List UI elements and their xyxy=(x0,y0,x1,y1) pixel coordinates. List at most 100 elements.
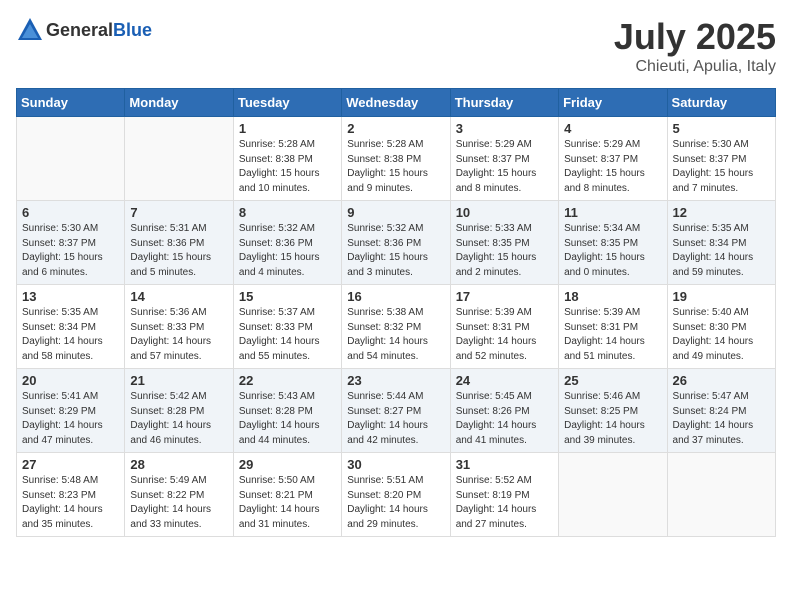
calendar-cell: 21 Sunrise: 5:42 AM Sunset: 8:28 PM Dayli… xyxy=(125,369,233,453)
day-number: 31 xyxy=(456,457,553,472)
calendar-cell xyxy=(17,117,125,201)
day-number: 24 xyxy=(456,373,553,388)
day-number: 26 xyxy=(673,373,770,388)
day-info: Sunrise: 5:39 AM Sunset: 8:31 PM Dayligh… xyxy=(456,306,553,364)
day-number: 9 xyxy=(347,205,444,220)
logo-icon xyxy=(16,16,44,44)
day-info: Sunrise: 5:49 AM Sunset: 8:22 PM Dayligh… xyxy=(130,474,227,532)
day-number: 21 xyxy=(130,373,227,388)
title-block: July 2025 Chieuti, Apulia, Italy xyxy=(614,16,776,76)
calendar-cell: 15Sunrise: 5:37 AM Sunset: 8:33 PM Dayli… xyxy=(233,285,341,369)
day-number: 3 xyxy=(456,121,553,136)
day-number: 6 xyxy=(22,205,119,220)
day-number: 25 xyxy=(564,373,661,388)
calendar-cell: 5Sunrise: 5:30 AM Sunset: 8:37 PM Daylig… xyxy=(667,117,775,201)
day-number: 13 xyxy=(22,289,119,304)
calendar-cell: 28 Sunrise: 5:49 AM Sunset: 8:22 PM Dayli… xyxy=(125,453,233,537)
calendar-cell: 4Sunrise: 5:29 AM Sunset: 8:37 PM Daylig… xyxy=(559,117,667,201)
calendar-cell: 30 Sunrise: 5:51 AM Sunset: 8:20 PM Dayli… xyxy=(342,453,450,537)
day-info: Sunrise: 5:29 AM Sunset: 8:37 PM Dayligh… xyxy=(456,138,553,196)
calendar-cell: 11 Sunrise: 5:34 AM Sunset: 8:35 PM Dayli… xyxy=(559,201,667,285)
calendar-cell xyxy=(559,453,667,537)
calendar-week-2: 6Sunrise: 5:30 AM Sunset: 8:37 PM Daylig… xyxy=(17,201,776,285)
day-info: Sunrise: 5:52 AM Sunset: 8:19 PM Dayligh… xyxy=(456,474,553,532)
weekday-header-thursday: Thursday xyxy=(450,89,558,117)
calendar-cell: 20 Sunrise: 5:41 AM Sunset: 8:29 PM Dayli… xyxy=(17,369,125,453)
day-number: 23 xyxy=(347,373,444,388)
day-number: 2 xyxy=(347,121,444,136)
weekday-header-tuesday: Tuesday xyxy=(233,89,341,117)
day-info: Sunrise: 5:30 AM Sunset: 8:37 PM Dayligh… xyxy=(673,138,770,196)
day-number: 29 xyxy=(239,457,336,472)
day-number: 14 xyxy=(130,289,227,304)
day-info: Sunrise: 5:38 AM Sunset: 8:32 PM Dayligh… xyxy=(347,306,444,364)
calendar-cell: 9Sunrise: 5:32 AM Sunset: 8:36 PM Daylig… xyxy=(342,201,450,285)
month-title: July 2025 xyxy=(614,16,776,58)
day-number: 28 xyxy=(130,457,227,472)
weekday-header-saturday: Saturday xyxy=(667,89,775,117)
calendar-cell: 3 Sunrise: 5:29 AM Sunset: 8:37 PM Daylig… xyxy=(450,117,558,201)
calendar-cell: 6Sunrise: 5:30 AM Sunset: 8:37 PM Daylig… xyxy=(17,201,125,285)
day-number: 11 xyxy=(564,205,661,220)
day-info: Sunrise: 5:45 AM Sunset: 8:26 PM Dayligh… xyxy=(456,390,553,448)
day-number: 17 xyxy=(456,289,553,304)
calendar-cell xyxy=(667,453,775,537)
day-number: 30 xyxy=(347,457,444,472)
day-info: Sunrise: 5:28 AM Sunset: 8:38 PM Dayligh… xyxy=(239,138,336,196)
calendar-cell: 19Sunrise: 5:40 AM Sunset: 8:30 PM Dayli… xyxy=(667,285,775,369)
day-number: 20 xyxy=(22,373,119,388)
calendar-cell: 1 Sunrise: 5:28 AM Sunset: 8:38 PM Daylig… xyxy=(233,117,341,201)
calendar-cell: 2 Sunrise: 5:28 AM Sunset: 8:38 PM Daylig… xyxy=(342,117,450,201)
calendar-cell: 27Sunrise: 5:48 AM Sunset: 8:23 PM Dayli… xyxy=(17,453,125,537)
calendar-cell: 14Sunrise: 5:36 AM Sunset: 8:33 PM Dayli… xyxy=(125,285,233,369)
day-number: 27 xyxy=(22,457,119,472)
location-title: Chieuti, Apulia, Italy xyxy=(614,58,776,76)
calendar-cell: 29 Sunrise: 5:50 AM Sunset: 8:21 PM Dayli… xyxy=(233,453,341,537)
day-number: 7 xyxy=(130,205,227,220)
calendar-cell: 10 Sunrise: 5:33 AM Sunset: 8:35 PM Dayli… xyxy=(450,201,558,285)
calendar-table: SundayMondayTuesdayWednesdayThursdayFrid… xyxy=(16,88,776,537)
weekday-header-sunday: Sunday xyxy=(17,89,125,117)
calendar-cell: 16Sunrise: 5:38 AM Sunset: 8:32 PM Dayli… xyxy=(342,285,450,369)
day-info: Sunrise: 5:29 AM Sunset: 8:37 PM Dayligh… xyxy=(564,138,661,196)
day-info: Sunrise: 5:35 AM Sunset: 8:34 PM Dayligh… xyxy=(22,306,119,364)
weekday-header-monday: Monday xyxy=(125,89,233,117)
day-info: Sunrise: 5:41 AM Sunset: 8:29 PM Dayligh… xyxy=(22,390,119,448)
day-info: Sunrise: 5:31 AM Sunset: 8:36 PM Dayligh… xyxy=(130,222,227,280)
calendar-cell: 24 Sunrise: 5:45 AM Sunset: 8:26 PM Dayli… xyxy=(450,369,558,453)
day-info: Sunrise: 5:33 AM Sunset: 8:35 PM Dayligh… xyxy=(456,222,553,280)
calendar-cell: 8 Sunrise: 5:32 AM Sunset: 8:36 PM Daylig… xyxy=(233,201,341,285)
day-info: Sunrise: 5:43 AM Sunset: 8:28 PM Dayligh… xyxy=(239,390,336,448)
day-info: Sunrise: 5:37 AM Sunset: 8:33 PM Dayligh… xyxy=(239,306,336,364)
calendar-cell: 26 Sunrise: 5:47 AM Sunset: 8:24 PM Dayli… xyxy=(667,369,775,453)
day-info: Sunrise: 5:32 AM Sunset: 8:36 PM Dayligh… xyxy=(239,222,336,280)
day-info: Sunrise: 5:34 AM Sunset: 8:35 PM Dayligh… xyxy=(564,222,661,280)
calendar-week-3: 13 Sunrise: 5:35 AM Sunset: 8:34 PM Dayli… xyxy=(17,285,776,369)
calendar-week-1: 1 Sunrise: 5:28 AM Sunset: 8:38 PM Daylig… xyxy=(17,117,776,201)
logo-blue: Blue xyxy=(113,20,152,40)
day-number: 10 xyxy=(456,205,553,220)
weekday-header-row: SundayMondayTuesdayWednesdayThursdayFrid… xyxy=(17,89,776,117)
calendar-cell xyxy=(125,117,233,201)
day-info: Sunrise: 5:47 AM Sunset: 8:24 PM Dayligh… xyxy=(673,390,770,448)
day-info: Sunrise: 5:50 AM Sunset: 8:21 PM Dayligh… xyxy=(239,474,336,532)
day-info: Sunrise: 5:28 AM Sunset: 8:38 PM Dayligh… xyxy=(347,138,444,196)
day-number: 1 xyxy=(239,121,336,136)
calendar-cell: 23 Sunrise: 5:44 AM Sunset: 8:27 PM Dayli… xyxy=(342,369,450,453)
day-info: Sunrise: 5:51 AM Sunset: 8:20 PM Dayligh… xyxy=(347,474,444,532)
day-info: Sunrise: 5:40 AM Sunset: 8:30 PM Dayligh… xyxy=(673,306,770,364)
day-info: Sunrise: 5:42 AM Sunset: 8:28 PM Dayligh… xyxy=(130,390,227,448)
day-info: Sunrise: 5:35 AM Sunset: 8:34 PM Dayligh… xyxy=(673,222,770,280)
calendar-cell: 31 Sunrise: 5:52 AM Sunset: 8:19 PM Dayli… xyxy=(450,453,558,537)
day-info: Sunrise: 5:44 AM Sunset: 8:27 PM Dayligh… xyxy=(347,390,444,448)
weekday-header-friday: Friday xyxy=(559,89,667,117)
calendar-cell: 22Sunrise: 5:43 AM Sunset: 8:28 PM Dayli… xyxy=(233,369,341,453)
calendar-cell: 25Sunrise: 5:46 AM Sunset: 8:25 PM Dayli… xyxy=(559,369,667,453)
calendar-cell: 13 Sunrise: 5:35 AM Sunset: 8:34 PM Dayli… xyxy=(17,285,125,369)
day-info: Sunrise: 5:39 AM Sunset: 8:31 PM Dayligh… xyxy=(564,306,661,364)
weekday-header-wednesday: Wednesday xyxy=(342,89,450,117)
calendar-week-4: 20 Sunrise: 5:41 AM Sunset: 8:29 PM Dayli… xyxy=(17,369,776,453)
calendar-cell: 12Sunrise: 5:35 AM Sunset: 8:34 PM Dayli… xyxy=(667,201,775,285)
day-number: 8 xyxy=(239,205,336,220)
calendar-cell: 18Sunrise: 5:39 AM Sunset: 8:31 PM Dayli… xyxy=(559,285,667,369)
